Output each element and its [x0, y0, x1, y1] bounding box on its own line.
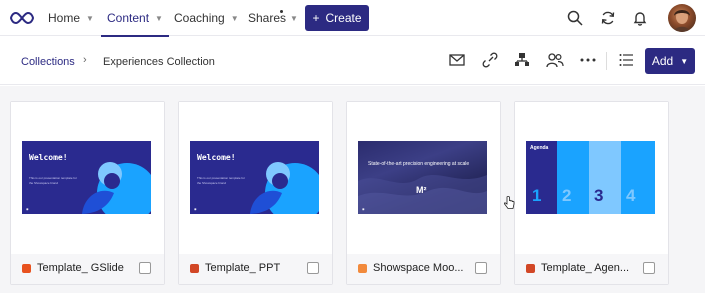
content-card[interactable]: Welcome! This is our presentation templa…	[178, 101, 333, 285]
toolbar-divider	[606, 52, 607, 70]
slide-thumbnail: Agenda 1 2 3 4	[526, 141, 655, 214]
nav-home-label: Home	[48, 11, 81, 25]
hierarchy-icon[interactable]	[512, 50, 532, 70]
decorative-circles	[82, 162, 151, 214]
chevron-right-icon: ›	[83, 54, 87, 66]
link-icon[interactable]	[480, 50, 500, 70]
ppt-file-icon	[190, 264, 199, 273]
sync-icon[interactable]	[598, 8, 618, 28]
brand-logo-icon: ◉	[362, 207, 365, 211]
card-preview[interactable]: Agenda 1 2 3 4	[515, 102, 668, 254]
slide-thumbnail: Welcome! This is our presentation templa…	[190, 141, 319, 214]
gslide-file-icon	[22, 264, 31, 273]
agenda-number: 3	[594, 186, 604, 205]
card-preview[interactable]: Welcome! This is our presentation templa…	[179, 102, 332, 254]
app-logo-icon[interactable]	[10, 10, 34, 26]
thumb-mark: M²	[416, 185, 427, 195]
select-checkbox[interactable]	[475, 262, 487, 274]
chevron-down-icon: ▼	[290, 13, 298, 23]
plus-icon: +	[312, 11, 320, 25]
decorative-circles	[250, 162, 319, 214]
content-card[interactable]: Welcome! This is our presentation templa…	[10, 101, 165, 285]
hand-cursor-icon	[504, 196, 515, 209]
nav-content-label: Content	[107, 11, 150, 25]
ppt-file-icon	[526, 264, 535, 273]
create-button-label: Create	[325, 11, 362, 25]
chevron-down-icon: ▼	[230, 13, 239, 23]
content-card[interactable]: Agenda 1 2 3 4 Template_ Agen...	[514, 101, 669, 285]
bell-icon[interactable]	[630, 8, 650, 28]
texture-background	[358, 175, 487, 214]
brand-logo-icon: ◉	[194, 207, 197, 211]
list-view-icon[interactable]	[616, 50, 636, 70]
chevron-down-icon: ▼	[155, 13, 163, 23]
nav-shares[interactable]: Shares ▼	[248, 0, 298, 36]
breadcrumb-collections[interactable]: Collections	[21, 56, 75, 68]
card-title[interactable]: Template_ GSlide	[37, 262, 133, 274]
thumb-title: State-of-the-art precision engineering a…	[368, 161, 470, 167]
notification-dot-icon	[280, 10, 283, 13]
slide-thumbnail: Welcome! This is our presentation templa…	[22, 141, 151, 214]
card-footer: Showspace Moo...	[347, 254, 500, 284]
showspace-file-icon	[358, 264, 367, 273]
nav-coaching-label: Coaching	[174, 11, 225, 25]
card-footer: Template_ GSlide	[11, 254, 164, 284]
select-checkbox[interactable]	[307, 262, 319, 274]
avatar[interactable]	[668, 4, 696, 32]
create-button[interactable]: + Create	[305, 5, 369, 31]
card-title[interactable]: Template_ PPT	[205, 262, 301, 274]
card-footer: Template_ PPT	[179, 254, 332, 284]
add-button-label: Add	[651, 54, 674, 68]
breadcrumb-current: Experiences Collection	[103, 56, 215, 68]
brand-logo-icon: ◉	[26, 207, 29, 211]
nav-coaching[interactable]: Coaching ▼	[174, 0, 239, 36]
chevron-down-icon: ▼	[680, 56, 689, 66]
card-preview[interactable]: Welcome! This is our presentation templa…	[11, 102, 164, 254]
content-card[interactable]: State-of-the-art precision engineering a…	[346, 101, 501, 285]
card-preview[interactable]: State-of-the-art precision engineering a…	[347, 102, 500, 254]
top-navigation-bar: Home ▼ Content ▼ Coaching ▼ Shares ▼ + C…	[0, 0, 705, 37]
select-checkbox[interactable]	[643, 262, 655, 274]
nav-home[interactable]: Home ▼	[48, 0, 94, 36]
search-icon[interactable]	[565, 8, 585, 28]
agenda-number: 4	[626, 186, 636, 205]
agenda-number: 1	[532, 186, 542, 205]
card-title[interactable]: Template_ Agen...	[541, 262, 637, 274]
mail-icon[interactable]	[447, 50, 467, 70]
select-checkbox[interactable]	[139, 262, 151, 274]
card-title[interactable]: Showspace Moo...	[373, 262, 469, 274]
users-icon[interactable]	[545, 50, 565, 70]
nav-content[interactable]: Content ▼	[101, 0, 169, 37]
card-footer: Template_ Agen...	[515, 254, 668, 284]
chevron-down-icon: ▼	[86, 13, 94, 23]
thumb-title: Agenda	[530, 145, 549, 151]
more-icon[interactable]	[578, 50, 598, 70]
agenda-number: 2	[562, 186, 572, 205]
add-button[interactable]: Add ▼	[645, 48, 695, 74]
slide-thumbnail: State-of-the-art precision engineering a…	[358, 141, 487, 214]
nav-shares-label: Shares	[248, 11, 287, 25]
